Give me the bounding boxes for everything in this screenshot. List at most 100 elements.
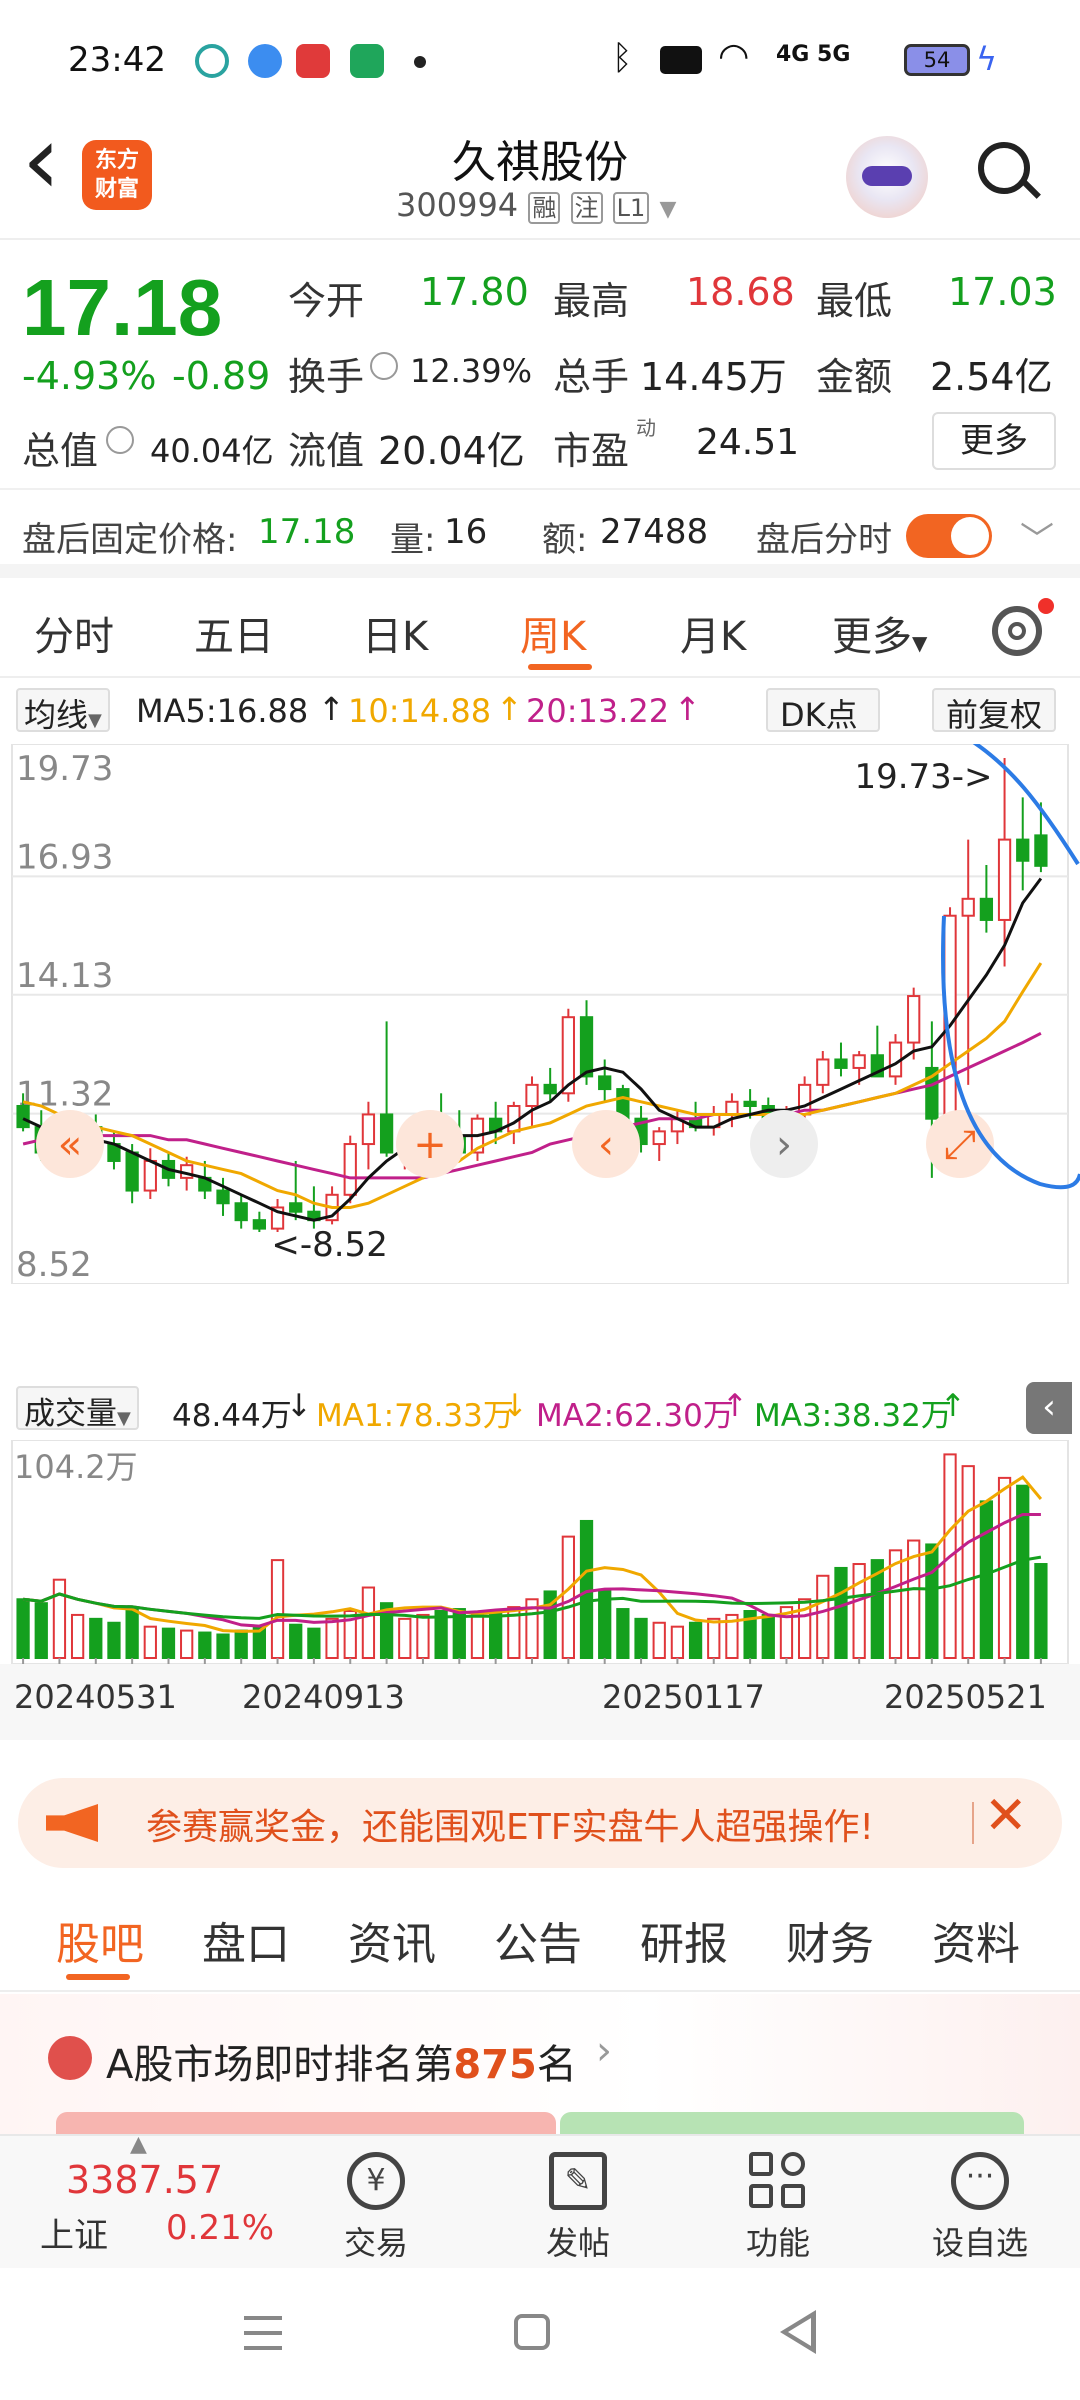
- vol-value: 48.44万: [172, 1398, 292, 1434]
- volume-bar: [416, 1613, 430, 1660]
- more-button[interactable]: 更多: [932, 412, 1056, 470]
- close-icon[interactable]: ✕: [984, 1790, 1028, 1842]
- volume-bar: [634, 1617, 648, 1659]
- chevron-down-icon[interactable]: ﹀: [1020, 512, 1054, 561]
- market-rank-card[interactable]: A股市场即时排名第875名 ›: [0, 1994, 1080, 2134]
- gear-icon[interactable]: [992, 606, 1042, 656]
- up-arrow-icon: ↑: [318, 690, 345, 728]
- dropdown-icon: ▼: [117, 1408, 131, 1429]
- volume-bar: [761, 1613, 775, 1660]
- candle-body: [652, 1130, 666, 1146]
- robot-assistant-icon[interactable]: [846, 136, 928, 218]
- stock-code-row[interactable]: 300994 融 注 L1 ▼: [396, 186, 676, 224]
- home-icon[interactable]: [514, 2314, 550, 2350]
- chevron-right-icon-glyph: ›: [776, 1122, 792, 1168]
- rank-icon: [48, 2036, 92, 2080]
- status-time: 23:42: [68, 40, 166, 80]
- nav-trade[interactable]: ¥ 交易: [316, 2152, 436, 2264]
- after-amt: 27488: [600, 512, 709, 552]
- mktcap-label: 总值: [22, 429, 99, 473]
- candle-body: [343, 1143, 357, 1196]
- volume-bar: [180, 1629, 194, 1659]
- tab-profile[interactable]: 资料: [932, 1908, 1020, 1972]
- kline-chart-area[interactable]: 均线▼ MA5:16.88 ↑ 10:14.88 ↑ 20:13.22 ↑ DK…: [0, 680, 1080, 1760]
- price-chart[interactable]: 19.73 16.93 14.13 11.32 8.52 19.73-> <-8.52 « + ‹…: [0, 744, 1080, 1284]
- candle-body: [834, 1058, 848, 1069]
- tab-weekly-k[interactable]: 周K: [520, 604, 586, 662]
- down-arrow-icon: ↓: [502, 1388, 528, 1424]
- app-notify-icon: [296, 44, 330, 78]
- after-timeline-toggle[interactable]: [906, 514, 992, 558]
- up-arrow-icon: ↑: [674, 690, 701, 728]
- candle-body: [543, 1083, 557, 1095]
- nav-watchlist[interactable]: ··· 设自选: [920, 2152, 1040, 2264]
- pe-label: 市盈: [553, 429, 630, 473]
- rank-bar-red: [56, 2112, 556, 2134]
- vol-ma3: MA3:38.32万: [754, 1398, 952, 1434]
- vol-ma1: MA1:78.33万: [316, 1398, 514, 1434]
- tab-monthly-k[interactable]: 月K: [680, 604, 746, 662]
- tab-news[interactable]: 资讯: [348, 1908, 436, 1972]
- rank-text: A股市场即时排名第875名: [106, 2032, 577, 2090]
- tab-forum[interactable]: 股吧: [56, 1908, 144, 1972]
- volume-chart[interactable]: 104.2万: [0, 1440, 1080, 1664]
- info-tabs: 股吧 盘口 资讯 公告 研报 财务 资料: [0, 1886, 1080, 1992]
- collapse-panel-button[interactable]: ‹: [1026, 1382, 1072, 1434]
- dk-point-button[interactable]: DK点: [766, 688, 880, 734]
- candle-body: [816, 1058, 830, 1086]
- after-hours-bar: 盘后固定价格: 17.18 量: 16 额: 27488 盘后分时 ﹀: [0, 488, 1080, 578]
- volume-bar: [216, 1633, 230, 1659]
- info-icon[interactable]: [370, 352, 398, 380]
- up-caret-icon: ▲: [130, 2132, 147, 2157]
- search-icon[interactable]: [978, 142, 1041, 202]
- index-value[interactable]: 3387.57: [66, 2158, 223, 2202]
- index-change: 0.21%: [166, 2208, 275, 2248]
- tab-more[interactable]: 更多▼: [832, 604, 927, 662]
- banner-divider: [972, 1802, 974, 1844]
- back-nav-icon-inner: [788, 2318, 811, 2346]
- date-label: 20240913: [242, 1678, 405, 1716]
- candle-body: [579, 1016, 594, 1078]
- candle-body: [997, 838, 1012, 921]
- tab-financials[interactable]: 财务: [786, 1908, 874, 1972]
- ma20-value: 20:13.22: [526, 692, 670, 730]
- bottom-nav: ▲ 3387.57 上证 0.21% ¥ 交易 ✎ 发帖 功能 ··· 设自选: [0, 2132, 1080, 2268]
- hd-icon: [660, 46, 702, 74]
- vol-selector-label: 成交量: [24, 1396, 117, 1432]
- tab-announcements[interactable]: 公告: [494, 1908, 582, 1972]
- system-nav-bar: [0, 2268, 1080, 2400]
- chevron-left-icon-glyph: ‹: [598, 1122, 614, 1168]
- turnover-value: 12.39%: [410, 352, 533, 390]
- vol-selector[interactable]: 成交量▼: [16, 1386, 139, 1432]
- volume-bar: [107, 1621, 121, 1659]
- open-label: 今开: [288, 279, 365, 323]
- tab-daily-k[interactable]: 日K: [362, 604, 428, 662]
- level-badge: L1: [612, 192, 650, 224]
- after-price: 17.18: [258, 512, 356, 552]
- volume-bar: [961, 1465, 975, 1659]
- tab-five-day[interactable]: 五日: [194, 604, 274, 662]
- dropdown-icon[interactable]: ▼: [659, 197, 676, 222]
- float-label: 流值: [288, 429, 365, 473]
- rank-bar-green: [560, 2112, 1024, 2134]
- vol-bar: 成交量▼ 48.44万 ↓ MA1:78.33万 ↓ MA2:62.30万 ↑ …: [0, 1382, 1080, 1438]
- nav-functions-label: 功能: [745, 2224, 810, 2262]
- tab-research[interactable]: 研报: [640, 1908, 728, 1972]
- nav-post[interactable]: ✎ 发帖: [518, 2152, 638, 2264]
- network-label: 4G 5G: [776, 42, 851, 67]
- info-icon[interactable]: [106, 426, 134, 454]
- high-label: 最高: [553, 279, 630, 323]
- ma-selector[interactable]: 均线▼: [16, 688, 110, 734]
- nav-functions[interactable]: 功能: [718, 2147, 838, 2264]
- tab-timeshare[interactable]: 分时: [34, 604, 114, 662]
- after-vol-label: 量:: [390, 520, 436, 560]
- tab-order-book[interactable]: 盘口: [202, 1908, 290, 1972]
- volume-bar: [325, 1617, 339, 1659]
- candle-body: [852, 1054, 866, 1069]
- volume-bar: [489, 1610, 503, 1660]
- candle-body: [252, 1219, 267, 1230]
- adjust-button[interactable]: 前复权: [932, 688, 1057, 734]
- menu-icon[interactable]: [244, 2316, 282, 2350]
- promo-banner[interactable]: 参赛赢奖金，还能围观ETF实盘牛人超强操作! ✕: [18, 1778, 1062, 1868]
- candle-body: [525, 1083, 539, 1107]
